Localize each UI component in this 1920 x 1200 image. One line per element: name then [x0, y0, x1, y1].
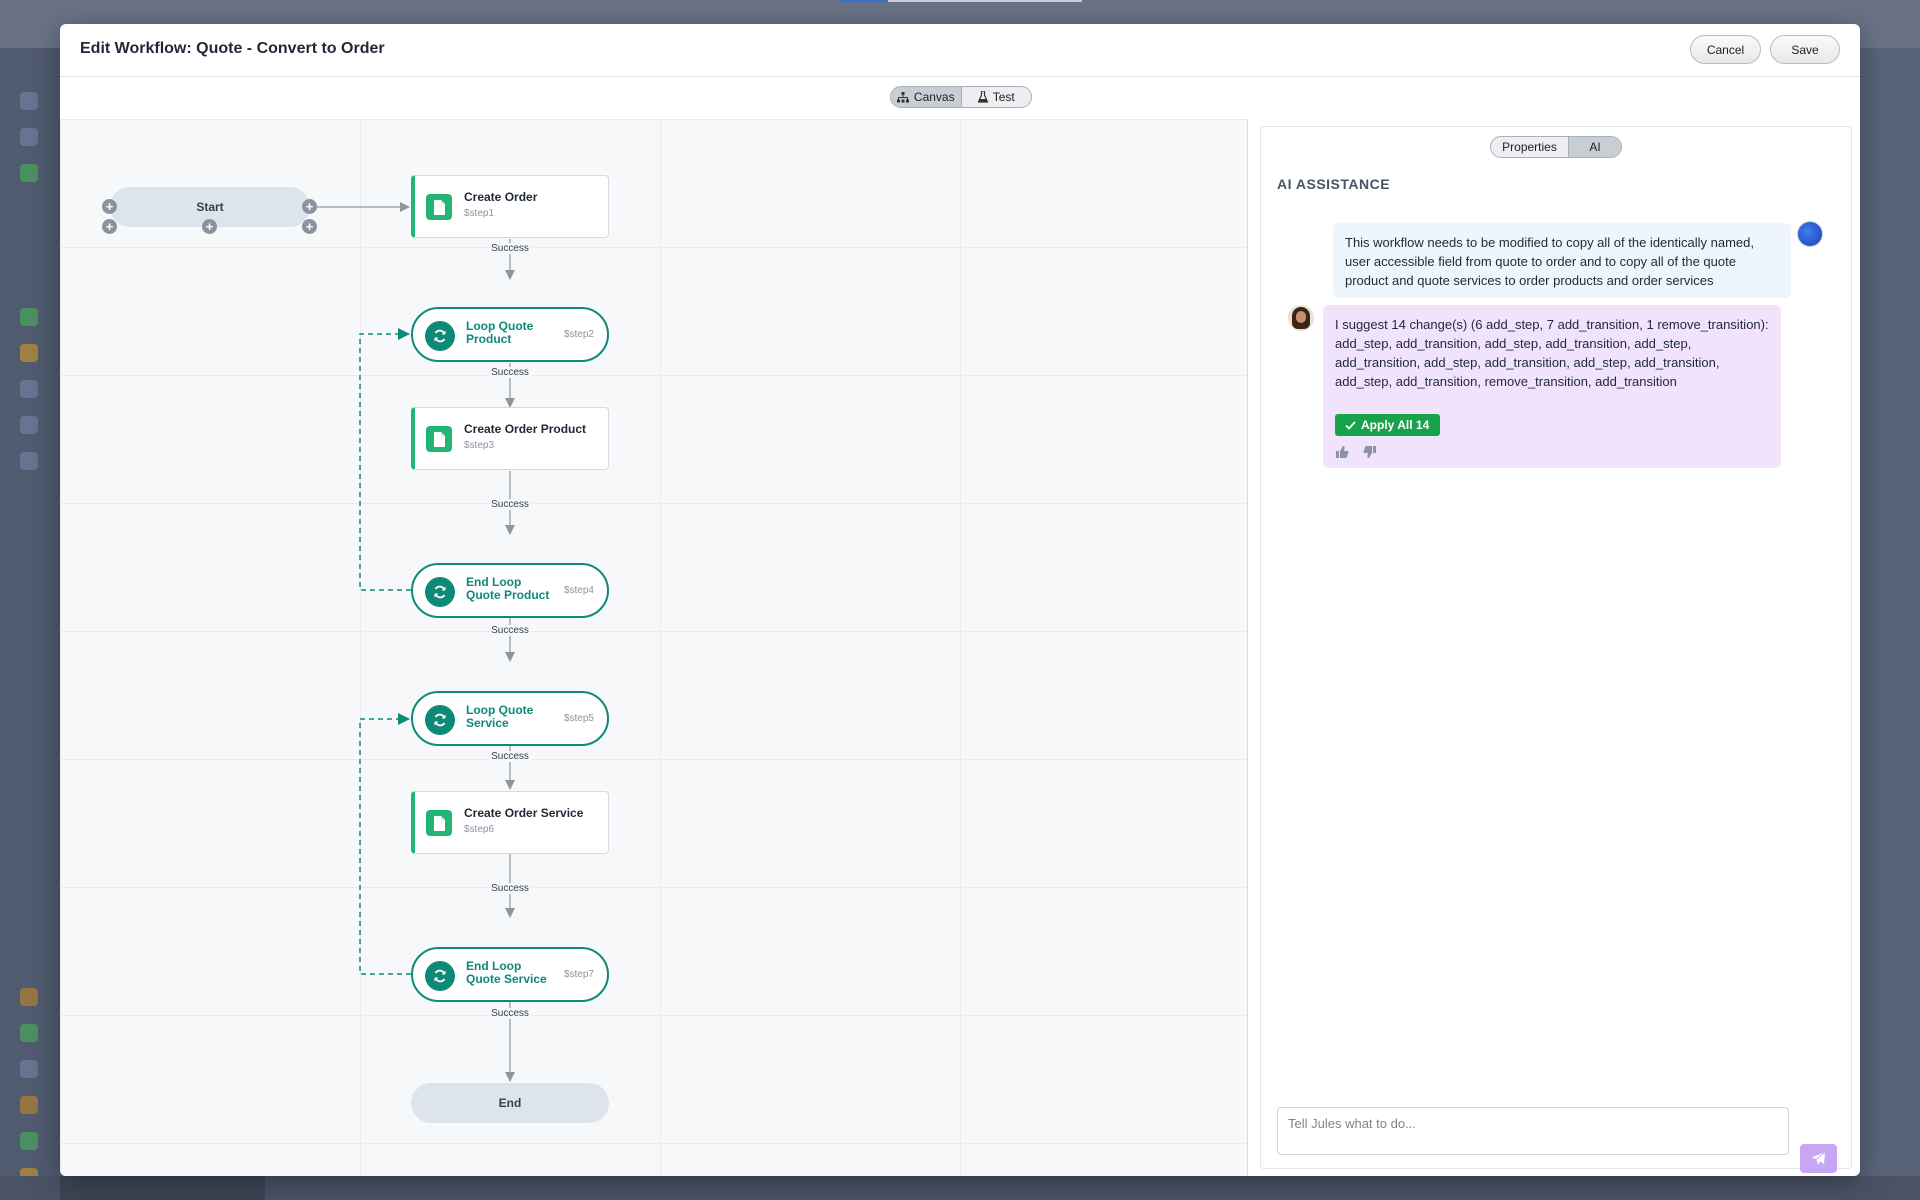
- loop-title: End Loop Quote Product: [466, 575, 550, 602]
- loop-node-end-loop-quote-product[interactable]: End Loop Quote Product $step4: [411, 563, 609, 618]
- step-node-create-order[interactable]: Create Order $step1: [411, 175, 609, 238]
- tab-test[interactable]: Test: [960, 87, 1032, 107]
- step-node-create-order-product[interactable]: Create Order Product $step3: [411, 407, 609, 470]
- loop-node-loop-quote-service[interactable]: Loop Quote Service $step5: [411, 691, 609, 746]
- tab-test-label: Test: [992, 90, 1015, 104]
- workflow-connectors: [310, 202, 515, 1082]
- loop-id: $step7: [563, 969, 594, 980]
- backdrop-nav-icon: [20, 1060, 38, 1078]
- thumbs-up-icon[interactable]: [1335, 445, 1349, 459]
- cancel-button[interactable]: Cancel: [1690, 35, 1761, 64]
- step-node-create-order-service[interactable]: Create Order Service $step6: [411, 791, 609, 854]
- add-step-plus-icon[interactable]: +: [102, 199, 117, 214]
- backdrop-nav-icon: [20, 1024, 38, 1042]
- loop-node-loop-quote-product[interactable]: Loop Quote Product $step2: [411, 307, 609, 362]
- modal-header: Edit Workflow: Quote - Convert to Order …: [60, 24, 1860, 77]
- tab-canvas[interactable]: Canvas: [891, 87, 961, 107]
- loop-id: $step5: [563, 713, 594, 724]
- step-id: $step3: [464, 440, 495, 451]
- backdrop-tab-indicator-2: [888, 0, 1082, 2]
- sitemap-icon: [896, 91, 909, 102]
- apply-all-label: Apply All 14: [1361, 417, 1430, 432]
- end-node-label: End: [498, 1096, 522, 1110]
- add-step-plus-icon[interactable]: +: [302, 199, 317, 214]
- step-id: $step1: [464, 208, 495, 219]
- edge-label-success: Success: [489, 243, 531, 254]
- loop-refresh-icon: [425, 705, 455, 735]
- document-icon: [426, 194, 452, 220]
- loop-node-end-loop-quote-service[interactable]: End Loop Quote Service $step7: [411, 947, 609, 1002]
- backdrop-tab-indicator: [840, 0, 886, 2]
- add-step-plus-icon[interactable]: +: [102, 219, 117, 234]
- add-step-plus-icon[interactable]: +: [302, 219, 317, 234]
- send-button[interactable]: [1800, 1144, 1837, 1173]
- check-icon: [1345, 420, 1356, 430]
- tab-canvas-label: Canvas: [913, 90, 955, 104]
- ai-message-bubble: I suggest 14 change(s) (6 add_step, 7 ad…: [1323, 305, 1781, 468]
- modal-title: Edit Workflow: Quote - Convert to Order: [80, 40, 385, 57]
- edge-label-success: Success: [489, 367, 531, 378]
- backdrop-bottom-block: [60, 1176, 265, 1200]
- step-title: Create Order Product: [464, 422, 587, 436]
- backdrop-nav-icon: [20, 344, 38, 362]
- loop-title: Loop Quote Service: [466, 703, 534, 730]
- step-id: $step6: [464, 824, 495, 835]
- loop-refresh-icon: [425, 961, 455, 991]
- user-message-bubble: This workflow needs to be modified to co…: [1333, 223, 1791, 298]
- apply-all-button[interactable]: Apply All 14: [1335, 414, 1441, 436]
- paper-plane-icon: [1812, 1151, 1826, 1165]
- ai-avatar: [1288, 305, 1314, 331]
- view-toggle: Canvas Test: [890, 86, 1032, 108]
- backdrop-nav-icon: [20, 164, 38, 182]
- backdrop-nav-icon: [20, 308, 38, 326]
- backdrop-nav-icon: [20, 92, 38, 110]
- loop-title: End Loop Quote Service: [466, 959, 547, 986]
- loop-back-connector-product: [359, 328, 411, 591]
- tab-ai[interactable]: AI: [1568, 137, 1621, 157]
- end-node[interactable]: End: [411, 1083, 609, 1123]
- edge-label-success: Success: [489, 751, 531, 762]
- chat-input[interactable]: [1277, 1107, 1789, 1155]
- edge-label-success: Success: [489, 625, 531, 636]
- edge-label-success: Success: [489, 499, 531, 510]
- loop-back-connector-service: [359, 713, 411, 975]
- ai-message-text: I suggest 14 change(s) (6 add_step, 7 ad…: [1335, 317, 1769, 389]
- save-button[interactable]: Save: [1770, 35, 1840, 64]
- backdrop-nav-icon: [20, 1096, 38, 1114]
- document-icon: [426, 810, 452, 836]
- ai-avatar-face: [1296, 311, 1306, 323]
- flask-icon: [977, 91, 988, 103]
- loop-id: $step4: [563, 585, 594, 596]
- loop-title: Loop Quote Product: [466, 319, 534, 346]
- add-step-plus-icon[interactable]: +: [202, 219, 217, 234]
- tab-properties[interactable]: Properties: [1491, 137, 1568, 157]
- loop-refresh-icon: [425, 321, 455, 351]
- panel-tab-toggle: Properties AI: [1490, 136, 1622, 158]
- step-title: Create Order Service: [464, 806, 584, 820]
- edge-label-success: Success: [489, 883, 531, 894]
- edge-label-success: Success: [489, 1008, 531, 1019]
- workflow-canvas[interactable]: Start + + + + + Create Order $step1 Loop…: [60, 119, 1248, 1176]
- backdrop-sidebar: [0, 48, 60, 1200]
- backdrop-nav-icon: [20, 380, 38, 398]
- loop-id: $step2: [563, 329, 594, 340]
- edit-workflow-modal: Edit Workflow: Quote - Convert to Order …: [60, 24, 1860, 1176]
- backdrop-nav-icon: [20, 1132, 38, 1150]
- backdrop-nav-icon: [20, 416, 38, 434]
- step-title: Create Order: [464, 190, 538, 204]
- panel-heading: AI ASSISTANCE: [1277, 176, 1391, 192]
- document-icon: [426, 426, 452, 452]
- side-panel: Properties AI AI ASSISTANCE This workflo…: [1260, 126, 1852, 1173]
- loop-refresh-icon: [425, 577, 455, 607]
- backdrop-nav-icon: [20, 988, 38, 1006]
- backdrop-bottombar: [0, 1176, 1920, 1200]
- user-avatar: [1797, 221, 1823, 247]
- thumbs-down-icon[interactable]: [1363, 445, 1377, 459]
- backdrop-nav-icon: [20, 452, 38, 470]
- backdrop-nav-icon: [20, 128, 38, 146]
- start-node-label: Start: [196, 200, 224, 214]
